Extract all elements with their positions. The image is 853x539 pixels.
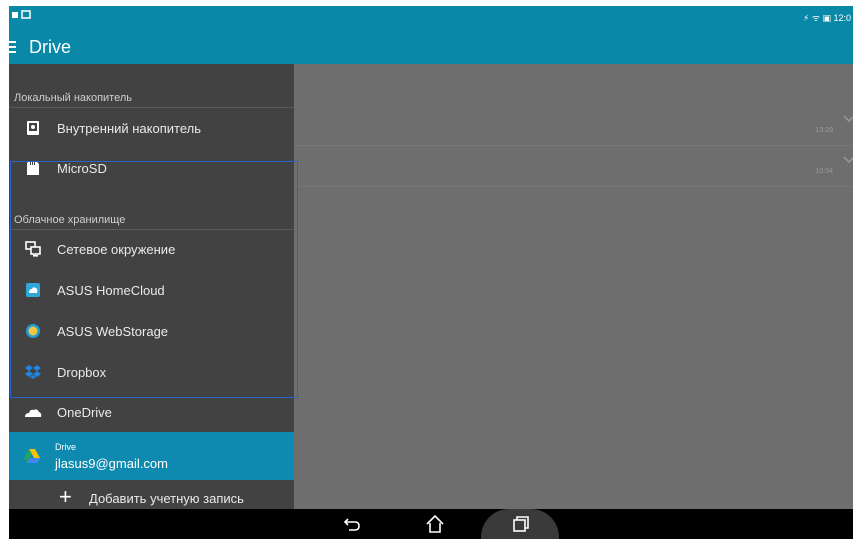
drawer-item-label: Dropbox — [57, 365, 107, 380]
drawer-item-label: OneDrive — [57, 405, 112, 420]
home-icon[interactable] — [421, 513, 449, 535]
internal-storage-icon — [27, 121, 39, 135]
recent-apps-icon[interactable] — [506, 513, 534, 535]
drawer-item-label: ASUS WebStorage — [57, 324, 169, 339]
drawer-item-label: MicroSD — [57, 161, 107, 176]
account-item-selected[interactable]: Drive jlasus9@gmail.com — [9, 432, 294, 480]
account-email: jlasus9@gmail.com — [55, 456, 168, 471]
app-title: Drive — [29, 37, 72, 57]
google-drive-icon — [24, 449, 40, 463]
onedrive-icon — [25, 409, 42, 417]
drawer-item-microsd[interactable]: MicroSD — [9, 149, 294, 189]
list-item[interactable]: 13:39 — [294, 105, 853, 146]
drawer-item-network[interactable]: Сетевое окружение — [9, 230, 294, 270]
drawer-item-label: Внутренний накопитель — [57, 121, 201, 136]
system-nav-bar — [9, 509, 853, 539]
drawer-item-label: ASUS HomeCloud — [57, 283, 165, 298]
section-header-local: Локальный накопитель — [14, 92, 133, 104]
notification-icon — [12, 10, 31, 19]
device-screen: ⚡ ᯤ ▣ 12:0 Drive 13:39 10:04 Локальный н… — [9, 6, 853, 539]
item-time: 10:04 — [815, 168, 833, 175]
sd-card-icon — [27, 161, 39, 175]
notification-icons — [12, 10, 34, 22]
drawer-item-homecloud[interactable]: ASUS HomeCloud — [9, 271, 294, 311]
drawer-item-internal-storage[interactable]: Внутренний накопитель — [9, 109, 294, 149]
account-service: Drive — [55, 442, 77, 452]
add-account-label: Добавить учетную запись — [89, 491, 244, 506]
drawer-item-webstorage[interactable]: ASUS WebStorage — [9, 312, 294, 352]
item-time: 13:39 — [815, 127, 833, 134]
chevron-down-icon[interactable] — [843, 115, 853, 123]
drawer-item-dropbox[interactable]: Dropbox — [9, 353, 294, 393]
section-header-cloud: Облачное хранилище — [14, 214, 126, 226]
list-item[interactable]: 10:04 — [294, 146, 853, 187]
status-bar: ⚡ ᯤ ▣ 12:0 — [9, 6, 853, 30]
homecloud-icon — [26, 283, 40, 297]
file-list: 13:39 10:04 — [294, 64, 853, 509]
navigation-drawer: Локальный накопитель Внутренний накопите… — [9, 64, 294, 509]
chevron-down-icon[interactable] — [843, 156, 853, 164]
divider — [9, 107, 294, 108]
drawer-item-label: Сетевое окружение — [57, 242, 176, 257]
dropbox-icon — [25, 365, 41, 379]
drawer-item-onedrive[interactable]: OneDrive — [9, 393, 294, 433]
webstorage-icon — [26, 324, 40, 338]
app-bar: Drive — [9, 30, 853, 64]
status-right: ⚡ ᯤ ▣ 12:0 — [802, 13, 851, 23]
back-icon[interactable] — [339, 513, 367, 535]
network-icon — [25, 241, 41, 257]
plus-icon: + — [59, 484, 72, 509]
hamburger-menu-icon[interactable] — [9, 39, 21, 55]
